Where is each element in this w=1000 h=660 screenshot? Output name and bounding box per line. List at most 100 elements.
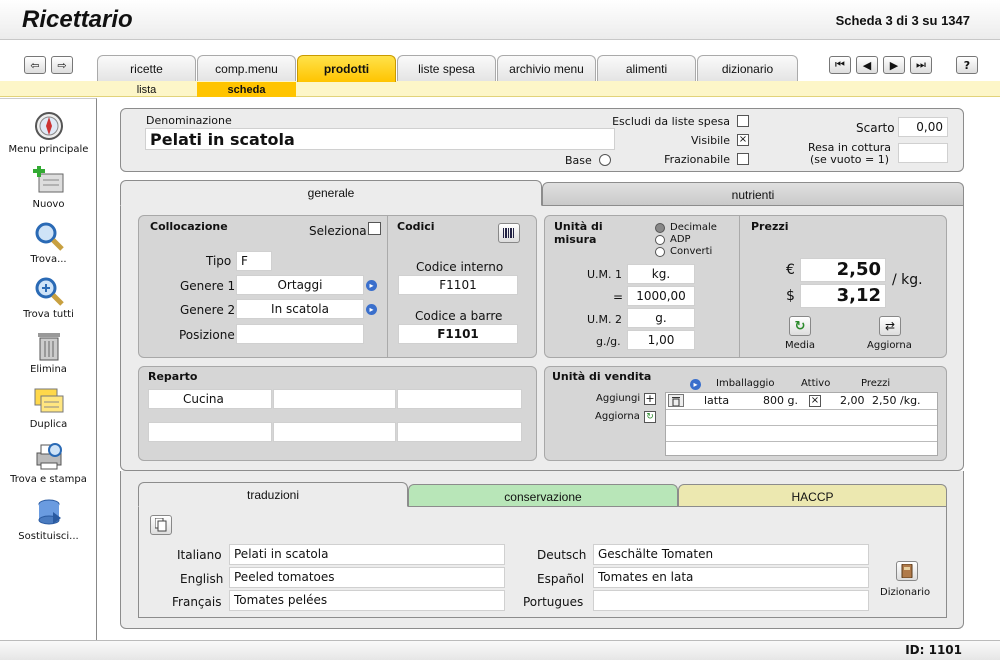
vendita-attivo-checkbox[interactable]: ×	[809, 395, 821, 407]
media-button[interactable]: ↻	[789, 316, 811, 336]
tipo-field[interactable]: F	[236, 251, 272, 271]
converti-label: Converti	[670, 246, 713, 257]
aggiorna-vendita-button[interactable]: ↻	[644, 411, 656, 423]
genere1-arrow-button[interactable]: ▸	[366, 280, 377, 291]
next-record-button[interactable]: ▶	[883, 56, 905, 74]
tab-alimenti[interactable]: alimenti	[597, 55, 696, 81]
refresh-icon: ↻	[646, 412, 654, 422]
conversion-field[interactable]: 1000,00	[627, 286, 695, 306]
reparto-cell[interactable]	[397, 422, 522, 442]
copy-button[interactable]	[150, 515, 172, 535]
sidebar-item-sostituisci[interactable]: Sostituisci...	[0, 497, 97, 542]
tab-dizionario[interactable]: dizionario	[697, 55, 798, 81]
um2-field[interactable]: g.	[627, 308, 695, 328]
italiano-field[interactable]: Pelati in scatola	[229, 544, 505, 565]
subtab-scheda[interactable]: scheda	[197, 82, 296, 97]
visibile-checkbox[interactable]: ×	[737, 134, 749, 146]
forward-button[interactable]: ⇨	[51, 56, 73, 74]
escludi-checkbox[interactable]	[737, 115, 749, 127]
english-label: English	[180, 572, 224, 586]
posizione-field[interactable]	[236, 324, 364, 344]
reparto-cell[interactable]	[148, 422, 272, 442]
barcode-button[interactable]	[498, 223, 520, 243]
base-radio[interactable]	[599, 154, 611, 166]
codice-interno-field[interactable]: F1101	[398, 275, 518, 295]
dizionario-button[interactable]	[896, 561, 918, 581]
sidebar-item-menu-principale[interactable]: Menu principale	[0, 110, 97, 155]
tab-nutrienti[interactable]: nutrienti	[542, 182, 964, 206]
subtab-lista[interactable]: lista	[97, 82, 196, 97]
reparto-cell[interactable]	[273, 389, 396, 409]
genere1-field[interactable]: Ortaggi	[236, 275, 364, 295]
converti-radio[interactable]	[655, 247, 665, 257]
sidebar-item-label: Sostituisci...	[18, 531, 79, 542]
sidebar-item-trova-tutti[interactable]: Trova tutti	[0, 275, 97, 320]
genere1-label: Genere 1	[180, 279, 236, 293]
portugues-field[interactable]	[593, 590, 869, 611]
price-usd-field[interactable]: 3,12	[800, 284, 886, 308]
sidebar-item-label: Elimina	[30, 364, 67, 375]
tab-ricette[interactable]: ricette	[97, 55, 196, 81]
aggiorna-prezzi-button[interactable]: ⇄	[879, 316, 901, 336]
visibile-label: Visibile	[691, 134, 730, 147]
refresh-icon: ↻	[794, 318, 806, 334]
codice-barre-field[interactable]: F1101	[398, 324, 518, 344]
sidebar-item-label: Trova...	[30, 254, 67, 265]
tab-comp-menu[interactable]: comp.menu	[197, 55, 296, 81]
last-record-button[interactable]: ⏭	[910, 56, 932, 74]
reparto-cell[interactable]: Cucina	[148, 389, 272, 409]
aggiungi-button[interactable]: +	[644, 393, 656, 405]
tab-conservazione[interactable]: conservazione	[408, 484, 678, 508]
espanol-label: Español	[537, 572, 585, 586]
vendita-imballaggio[interactable]: latta	[704, 394, 729, 407]
um2-label: U.M. 2	[587, 313, 623, 326]
um1-field[interactable]: kg.	[627, 264, 695, 284]
tab-haccp[interactable]: HACCP	[678, 484, 947, 508]
sidebar-item-label: Nuovo	[32, 199, 65, 210]
seleziona-checkbox[interactable]	[368, 222, 381, 235]
portugues-label: Portugues	[523, 595, 584, 609]
prev-record-button[interactable]: ◀	[856, 56, 878, 74]
tab-archivio-menu[interactable]: archivio menu	[497, 55, 596, 81]
sidebar-item-elimina[interactable]: Elimina	[0, 330, 97, 375]
magnifier-plus-icon	[33, 275, 65, 307]
english-field[interactable]: Peeled tomatoes	[229, 567, 505, 588]
sidebar-item-duplica[interactable]: Duplica	[0, 385, 97, 430]
gg-field[interactable]: 1,00	[627, 330, 695, 350]
deutsch-field[interactable]: Geschälte Tomaten	[593, 544, 869, 565]
vendita-arrow-button[interactable]: ▸	[690, 379, 701, 390]
tab-traduzioni[interactable]: traduzioni	[138, 482, 408, 507]
italiano-label: Italiano	[177, 548, 222, 562]
sidebar-item-trova[interactable]: Trova...	[0, 220, 97, 265]
genere2-arrow-button[interactable]: ▸	[366, 304, 377, 315]
first-record-button[interactable]: ⏮	[829, 56, 851, 74]
espanol-field[interactable]: Tomates en lata	[593, 567, 869, 588]
resa-field[interactable]	[898, 143, 948, 163]
group-divider-2	[739, 216, 740, 357]
reparto-cell[interactable]	[397, 389, 522, 409]
genere2-field[interactable]: In scatola	[236, 299, 364, 319]
codice-barre-label: Codice a barre	[415, 309, 503, 323]
price-eur-field[interactable]: 2,50	[800, 258, 886, 282]
back-button[interactable]: ⇦	[24, 56, 46, 74]
tab-generale[interactable]: generale	[120, 180, 542, 206]
first-icon: ⏮	[835, 58, 845, 71]
reparto-cell[interactable]	[273, 422, 396, 442]
sidebar-item-trova-e-stampa[interactable]: Trova e stampa	[0, 440, 97, 485]
denominazione-field[interactable]: Pelati in scatola	[145, 128, 615, 150]
sidebar-item-nuovo[interactable]: Nuovo	[0, 165, 97, 210]
decimale-radio[interactable]	[655, 223, 665, 233]
vendita-prezzo-unit[interactable]: 2,50 /kg.	[872, 394, 921, 407]
francais-field[interactable]: Tomates pelées	[229, 590, 505, 611]
frazionabile-checkbox[interactable]	[737, 153, 749, 165]
scarto-field[interactable]: 0,00	[898, 117, 948, 137]
vendita-qty[interactable]: 800 g.	[763, 394, 798, 407]
delete-row-button[interactable]	[668, 394, 684, 407]
vendita-prezzo[interactable]: 2,00	[840, 394, 865, 407]
prev-icon: ◀	[862, 58, 872, 72]
adp-radio[interactable]	[655, 235, 665, 245]
tab-liste-spesa[interactable]: liste spesa	[397, 55, 496, 81]
col-imballaggio: Imballaggio	[716, 378, 775, 389]
tab-prodotti[interactable]: prodotti	[297, 55, 396, 82]
help-button[interactable]: ?	[956, 56, 978, 74]
